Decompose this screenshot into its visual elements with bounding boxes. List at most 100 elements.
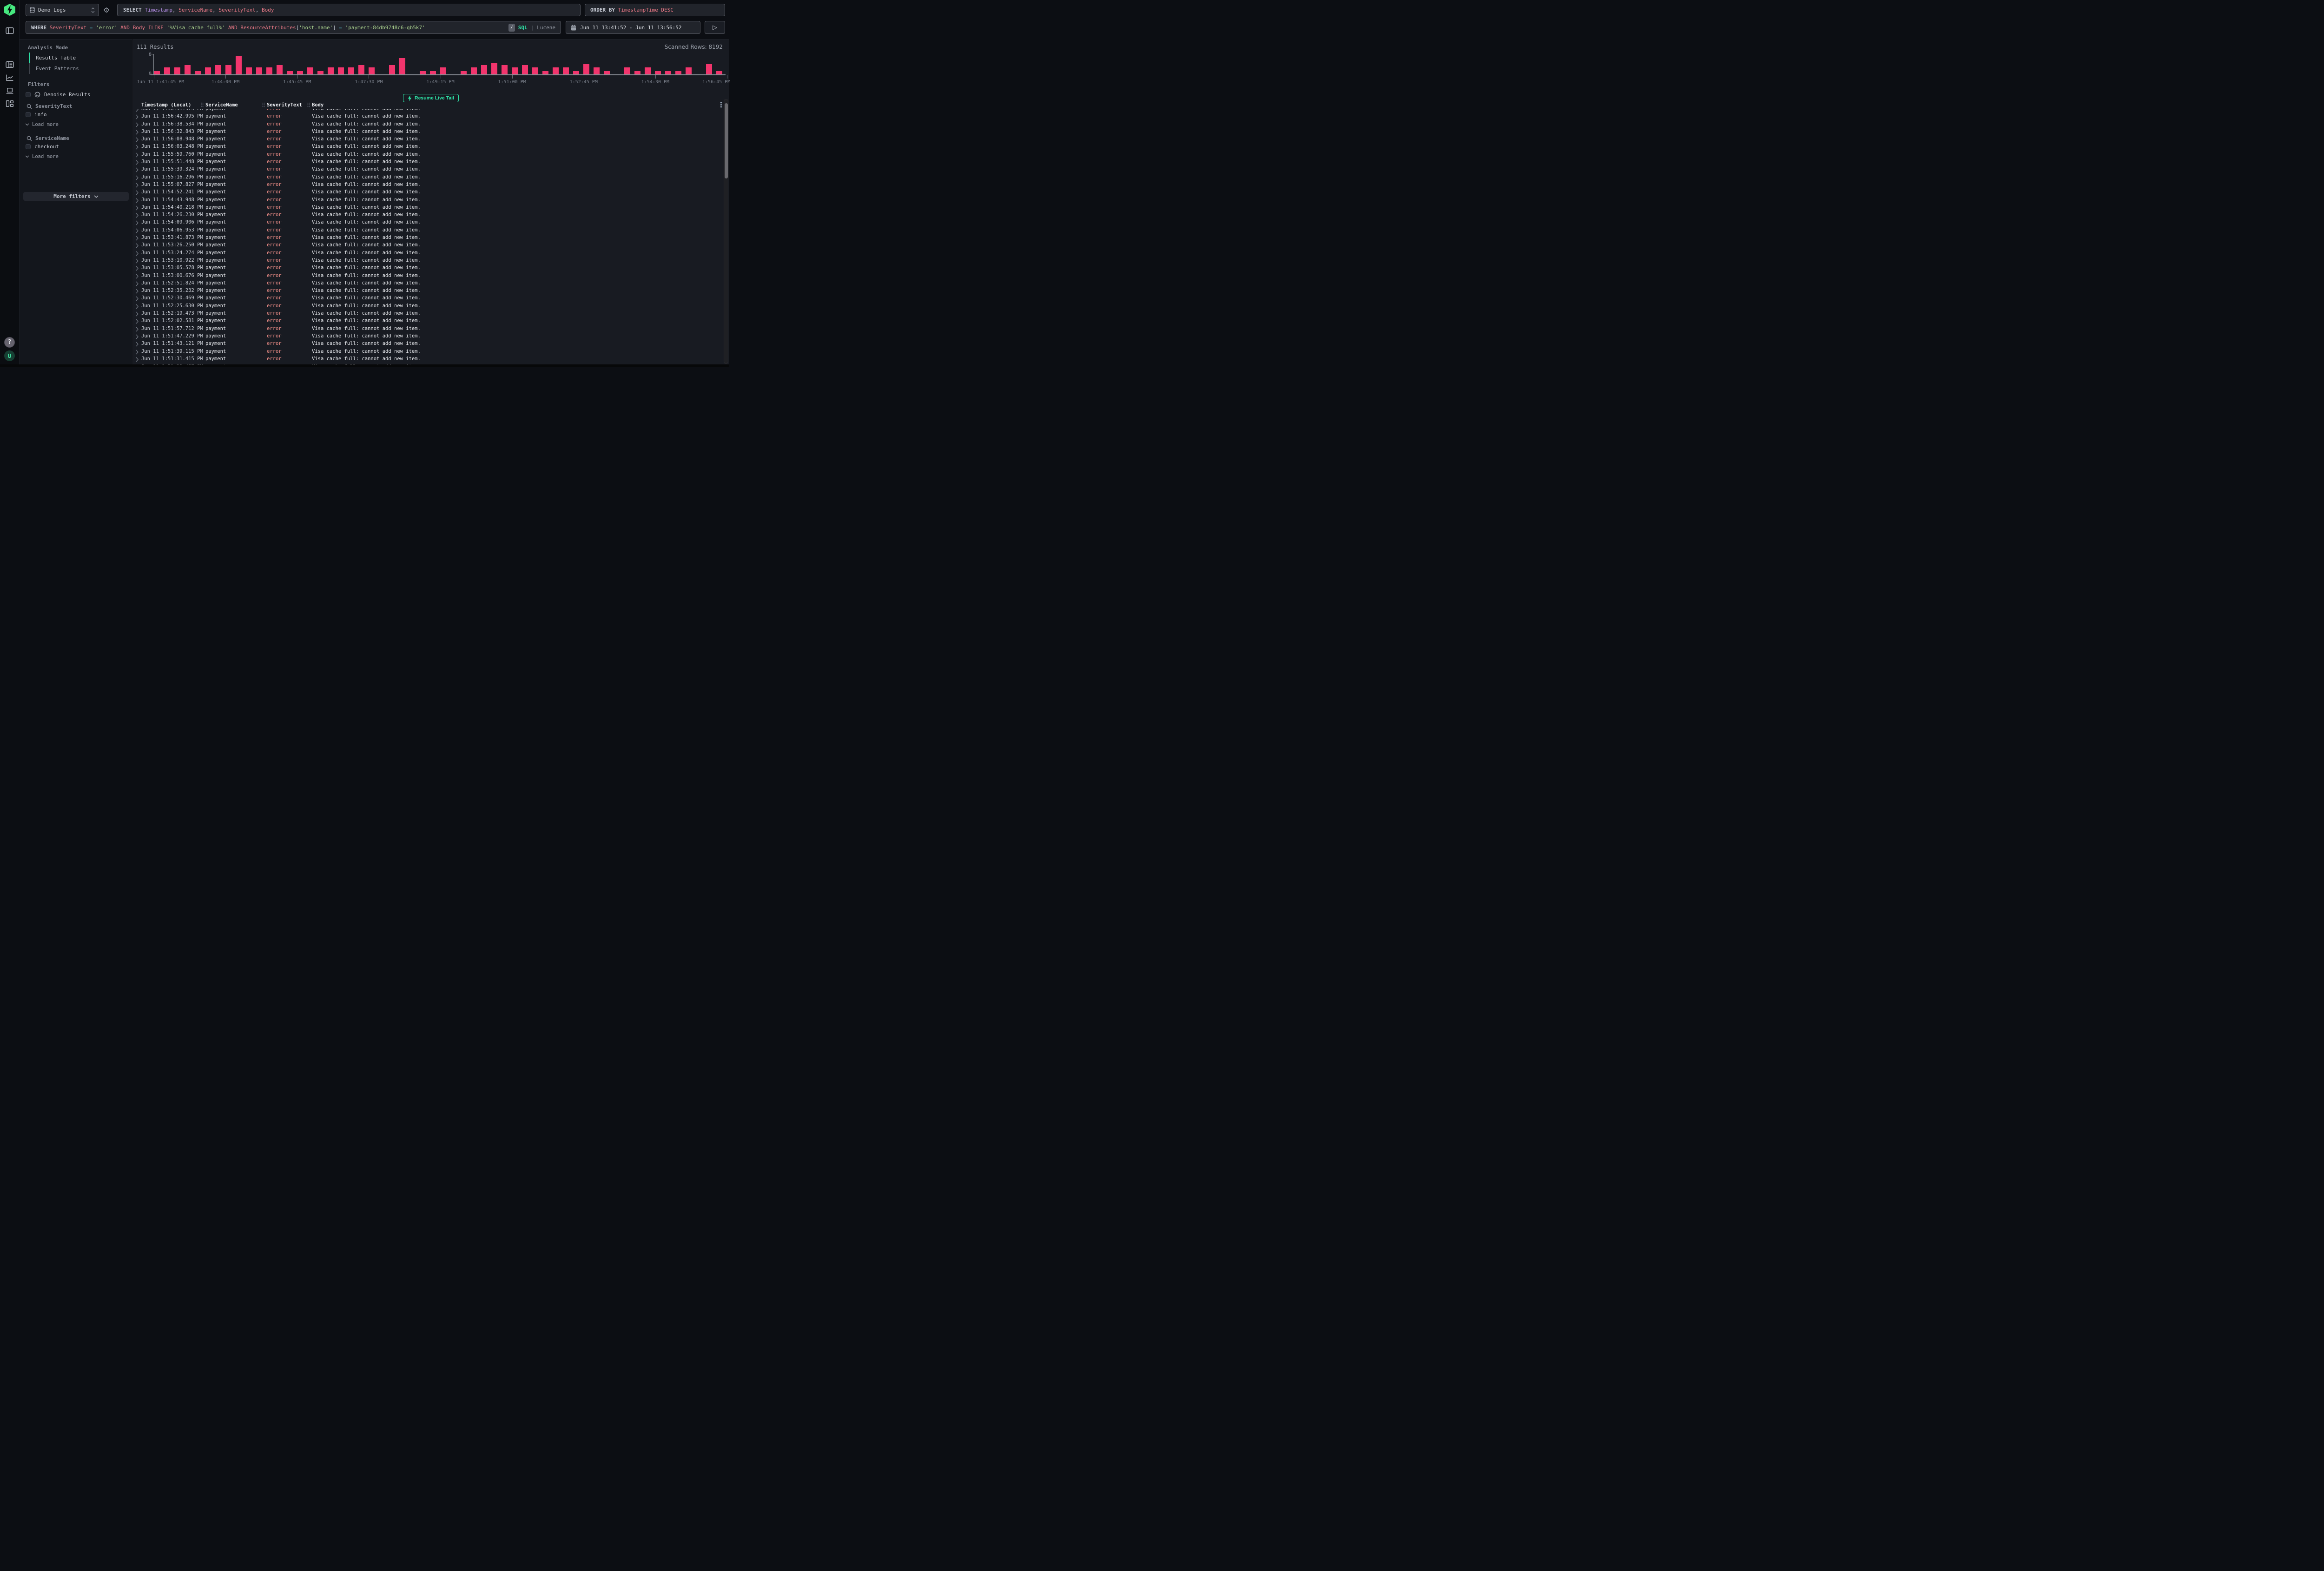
sidebar-item-results-table[interactable]: Results Table	[20, 53, 132, 63]
histogram-bar[interactable]	[328, 67, 334, 74]
row-expand-chevron-icon[interactable]	[136, 274, 139, 280]
table-row[interactable]: Jun 11 1:55:51.448 PMpaymenterrorVisa ca…	[133, 158, 723, 166]
table-row[interactable]: Jun 11 1:51:57.712 PMpaymenterrorVisa ca…	[133, 325, 723, 333]
row-expand-chevron-icon[interactable]	[136, 319, 139, 325]
table-row[interactable]: Jun 11 1:54:09.906 PMpaymenterrorVisa ca…	[133, 219, 723, 226]
row-expand-chevron-icon[interactable]	[136, 281, 139, 288]
row-expand-chevron-icon[interactable]	[136, 183, 139, 189]
more-filters-button[interactable]: More filters	[23, 192, 129, 201]
histogram-bar[interactable]	[655, 71, 661, 75]
histogram-bar[interactable]	[287, 71, 293, 75]
histogram-bar[interactable]	[604, 71, 610, 75]
histogram-bar[interactable]	[389, 65, 395, 74]
row-expand-chevron-icon[interactable]	[136, 213, 139, 219]
histogram-bar[interactable]	[399, 58, 405, 74]
row-expand-chevron-icon[interactable]	[136, 342, 139, 348]
row-expand-chevron-icon[interactable]	[136, 160, 139, 166]
histogram-bar[interactable]	[185, 65, 191, 74]
row-expand-chevron-icon[interactable]	[136, 289, 139, 295]
help-button[interactable]: ?	[4, 337, 15, 348]
histogram-bar[interactable]	[594, 67, 600, 74]
histogram-bar[interactable]	[358, 65, 364, 74]
log-search-icon[interactable]	[6, 60, 14, 69]
histogram-bar[interactable]	[583, 64, 589, 75]
column-resize-handle[interactable]	[307, 102, 310, 107]
row-expand-chevron-icon[interactable]	[136, 296, 139, 303]
table-row[interactable]: Jun 11 1:54:26.230 PMpaymenterrorVisa ca…	[133, 211, 723, 219]
load-more-servicename[interactable]: Load more	[20, 152, 132, 161]
search-icon[interactable]	[26, 136, 32, 141]
histogram-bar[interactable]	[369, 67, 375, 74]
table-row[interactable]: Jun 11 1:53:10.922 PMpaymenterrorVisa ca…	[133, 257, 723, 264]
row-expand-chevron-icon[interactable]	[136, 357, 139, 363]
user-avatar[interactable]: U	[4, 350, 15, 361]
table-row[interactable]: Jun 11 1:53:24.274 PMpaymenterrorVisa ca…	[133, 250, 723, 257]
row-expand-chevron-icon[interactable]	[136, 266, 139, 272]
resume-live-tail-button[interactable]: Resume Live Tail	[403, 94, 459, 102]
select-query-input[interactable]: SELECT Timestamp, ServiceName, SeverityT…	[117, 4, 581, 16]
row-expand-chevron-icon[interactable]	[136, 228, 139, 235]
scrollbar-thumb[interactable]	[725, 103, 728, 178]
column-resize-handle[interactable]	[262, 102, 265, 107]
table-row[interactable]: Jun 11 1:52:35.232 PMpaymenterrorVisa ca…	[133, 287, 723, 295]
sessions-laptop-icon[interactable]	[6, 86, 14, 95]
table-body[interactable]: Jun 11 1:56:51.975 PMpaymenterrorVisa ca…	[133, 109, 723, 367]
histogram-bar[interactable]	[542, 71, 548, 75]
info-checkbox[interactable]	[26, 112, 31, 117]
histogram-bar[interactable]	[675, 71, 681, 75]
where-query-input[interactable]: WHERE SeverityText = 'error' AND Body IL…	[26, 21, 561, 34]
row-expand-chevron-icon[interactable]	[136, 220, 139, 227]
sidebar-item-event-patterns[interactable]: Event Patterns	[20, 63, 132, 74]
table-options-kebab-icon[interactable]	[720, 102, 722, 109]
row-expand-chevron-icon[interactable]	[136, 152, 139, 159]
histogram-bar[interactable]	[277, 65, 283, 74]
table-row[interactable]: Jun 11 1:51:43.121 PMpaymenterrorVisa ca…	[133, 340, 723, 348]
table-row[interactable]: Jun 11 1:55:07.827 PMpaymenterrorVisa ca…	[133, 181, 723, 189]
filter-option-checkout[interactable]: checkout	[20, 143, 132, 152]
histogram-bar[interactable]	[297, 71, 303, 75]
histogram-bar[interactable]	[491, 63, 497, 74]
histogram-bar[interactable]	[686, 67, 692, 74]
histogram-bar[interactable]	[225, 65, 231, 74]
hyperdx-logo-icon[interactable]	[4, 4, 16, 16]
histogram-bar[interactable]	[471, 67, 477, 74]
histogram-bar[interactable]	[420, 71, 426, 75]
histogram-bar[interactable]	[573, 71, 579, 75]
histogram-bar[interactable]	[174, 67, 180, 74]
histogram-bar[interactable]	[512, 67, 518, 74]
histogram-bar[interactable]	[440, 67, 446, 74]
table-row[interactable]: Jun 11 1:51:39.115 PMpaymenterrorVisa ca…	[133, 348, 723, 356]
row-expand-chevron-icon[interactable]	[136, 122, 139, 129]
histogram-bar[interactable]	[430, 71, 436, 75]
table-row[interactable]: Jun 11 1:56:32.843 PMpaymenterrorVisa ca…	[133, 128, 723, 136]
row-expand-chevron-icon[interactable]	[136, 236, 139, 242]
row-expand-chevron-icon[interactable]	[136, 175, 139, 182]
histogram-bar[interactable]	[716, 71, 722, 75]
histogram-bar[interactable]	[215, 65, 221, 74]
histogram-bar[interactable]	[502, 65, 508, 74]
lucene-mode-button[interactable]: Lucene	[537, 25, 555, 31]
histogram-bar[interactable]	[338, 67, 344, 74]
table-row[interactable]: Jun 11 1:55:39.324 PMpaymenterrorVisa ca…	[133, 166, 723, 173]
row-expand-chevron-icon[interactable]	[136, 243, 139, 250]
orderby-query-input[interactable]: ORDER BY TimestampTime DESC	[585, 4, 725, 16]
table-row[interactable]: Jun 11 1:55:16.296 PMpaymenterrorVisa ca…	[133, 174, 723, 181]
histogram-bar[interactable]	[481, 65, 487, 74]
table-row[interactable]: Jun 11 1:52:25.630 PMpaymenterrorVisa ca…	[133, 303, 723, 310]
panel-toggle-icon[interactable]	[6, 26, 14, 35]
histogram-bar[interactable]	[645, 67, 651, 74]
source-select[interactable]: Demo Logs	[26, 4, 99, 16]
row-expand-chevron-icon[interactable]	[136, 334, 139, 341]
column-header-severitytext[interactable]: SeverityText	[267, 102, 302, 108]
histogram-bar[interactable]	[307, 67, 313, 74]
table-row[interactable]: Jun 11 1:56:38.534 PMpaymenterrorVisa ca…	[133, 121, 723, 128]
table-row[interactable]: Jun 11 1:52:02.581 PMpaymenterrorVisa ca…	[133, 317, 723, 325]
column-header-servicename[interactable]: ServiceName	[205, 102, 238, 108]
row-expand-chevron-icon[interactable]	[136, 114, 139, 121]
table-row[interactable]: Jun 11 1:54:40.218 PMpaymenterrorVisa ca…	[133, 204, 723, 211]
row-expand-chevron-icon[interactable]	[136, 145, 139, 151]
time-range-picker[interactable]: Jun 11 13:41:52 - Jun 11 13:56:52	[566, 21, 700, 34]
denoise-results-row[interactable]: Denoise Results	[20, 89, 132, 100]
row-expand-chevron-icon[interactable]	[136, 198, 139, 205]
histogram-bar[interactable]	[256, 67, 262, 74]
